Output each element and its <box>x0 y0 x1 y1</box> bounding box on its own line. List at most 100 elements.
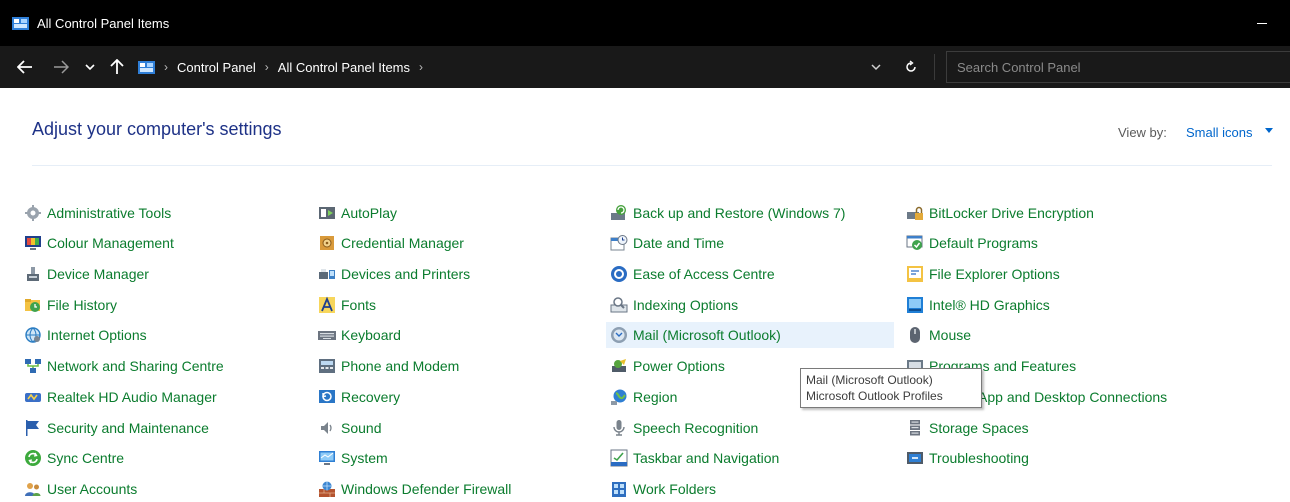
up-button[interactable] <box>106 54 128 80</box>
item-label: Administrative Tools <box>47 205 172 221</box>
forward-arrow-icon <box>54 60 69 74</box>
indexing-options-icon <box>610 297 628 313</box>
taskbar-icon <box>610 449 628 467</box>
item-label: Mouse <box>929 327 972 343</box>
control-panel-icon[interactable] <box>138 60 155 74</box>
item-label: Indexing Options <box>633 297 739 313</box>
item-storage-spaces[interactable]: Storage Spaces <box>906 415 1029 441</box>
view-by-caret-icon[interactable] <box>1265 128 1273 133</box>
item-power-options[interactable]: Power Options <box>610 353 725 379</box>
view-by-label: View by: <box>1118 125 1167 140</box>
item-label: Back up and Restore (Windows 7) <box>633 205 846 221</box>
item-label: Default Programs <box>929 235 1038 251</box>
credential-manager-icon <box>320 236 334 250</box>
fonts-icon <box>319 296 335 313</box>
item-keyboard[interactable]: Keyboard <box>318 322 401 348</box>
item-label: Taskbar and Navigation <box>633 450 780 466</box>
address-history-button[interactable] <box>866 54 886 80</box>
item-device-manager[interactable]: Device Manager <box>24 261 149 287</box>
keyboard-icon <box>318 331 336 340</box>
user-accounts-icon <box>25 483 41 496</box>
breadcrumb-control-panel[interactable]: Control Panel <box>177 60 256 75</box>
item-work-folders[interactable]: Work Folders <box>610 476 716 502</box>
item-indexing-options[interactable]: Indexing Options <box>610 292 738 318</box>
item-sound[interactable]: Sound <box>318 415 381 441</box>
item-label: Mail (Microsoft Outlook) <box>633 327 781 343</box>
item-taskbar-and-navigation[interactable]: Taskbar and Navigation <box>610 445 779 471</box>
item-phone-and-modem[interactable]: Phone and Modem <box>318 353 459 379</box>
item-label: Realtek HD Audio Manager <box>47 389 217 405</box>
item-windows-defender-firewall[interactable]: Windows Defender Firewall <box>318 476 511 502</box>
realtek-audio-icon <box>25 393 41 402</box>
breadcrumb-separator-icon[interactable]: › <box>164 60 168 74</box>
item-intel-hd-graphics[interactable]: Intel® HD Graphics <box>906 292 1050 318</box>
item-ease-of-access-centre[interactable]: Ease of Access Centre <box>610 261 775 287</box>
item-devices-and-printers[interactable]: Devices and Printers <box>318 261 470 287</box>
item-realtek-hd-audio-manager[interactable]: Realtek HD Audio Manager <box>24 384 217 410</box>
refresh-button[interactable] <box>898 54 924 80</box>
breadcrumb-separator-icon[interactable]: › <box>419 60 423 74</box>
breadcrumb: › Control Panel › All Control Panel Item… <box>138 46 432 88</box>
phone-modem-icon <box>319 359 335 373</box>
item-autoplay[interactable]: AutoPlay <box>318 200 397 226</box>
breadcrumb-all-items[interactable]: All Control Panel Items <box>278 60 410 75</box>
item-network-and-sharing-centre[interactable]: Network and Sharing Centre <box>24 353 224 379</box>
item-label: BitLocker Drive Encryption <box>929 205 1094 221</box>
bitlocker-icon <box>907 206 923 220</box>
address-divider <box>934 54 935 80</box>
storage-spaces-icon <box>910 420 920 436</box>
window-title: All Control Panel Items <box>37 16 170 31</box>
item-label: Devices and Printers <box>341 266 471 282</box>
breadcrumb-separator-icon[interactable]: › <box>265 60 269 74</box>
item-file-explorer-options[interactable]: File Explorer Options <box>906 261 1060 287</box>
item-label: Region <box>633 389 678 405</box>
item-system[interactable]: System <box>318 445 388 471</box>
item-mouse[interactable]: Mouse <box>906 322 971 348</box>
item-file-history[interactable]: File History <box>24 292 117 318</box>
microphone-icon <box>613 420 625 436</box>
item-mail-microsoft-outlook[interactable]: Mail (Microsoft Outlook) <box>606 322 894 348</box>
header-divider <box>32 165 1272 166</box>
item-label: User Accounts <box>47 481 138 497</box>
item-administrative-tools[interactable]: Administrative Tools <box>24 200 171 226</box>
control-panel-icon <box>12 17 29 30</box>
item-credential-manager[interactable]: Credential Manager <box>318 230 464 256</box>
system-icon <box>319 451 335 465</box>
item-user-accounts[interactable]: User Accounts <box>24 476 137 502</box>
item-date-and-time[interactable]: Date and Time <box>610 230 724 256</box>
flag-icon <box>26 420 39 436</box>
item-label: Intel® HD Graphics <box>929 297 1050 313</box>
item-bitlocker-drive-encryption[interactable]: BitLocker Drive Encryption <box>906 200 1094 226</box>
item-fonts[interactable]: Fonts <box>318 292 376 318</box>
item-recovery[interactable]: Recovery <box>318 384 400 410</box>
back-button[interactable] <box>14 54 36 80</box>
title-bar: All Control Panel Items <box>0 0 1290 46</box>
backup-restore-icon <box>611 205 626 220</box>
item-label: Internet Options <box>47 327 147 343</box>
view-by-dropdown[interactable]: Small icons <box>1186 125 1252 140</box>
refresh-icon <box>906 60 916 72</box>
page-title: Adjust your computer's settings <box>32 119 282 139</box>
item-label: Storage Spaces <box>929 420 1029 436</box>
item-sync-centre[interactable]: Sync Centre <box>24 445 124 471</box>
item-label: Work Folders <box>633 481 716 497</box>
item-speech-recognition[interactable]: Speech Recognition <box>610 415 758 441</box>
item-internet-options[interactable]: Internet Options <box>24 322 147 348</box>
item-troubleshooting[interactable]: Troubleshooting <box>906 445 1029 471</box>
default-programs-icon <box>906 235 923 250</box>
item-default-programs[interactable]: Default Programs <box>906 230 1038 256</box>
back-arrow-icon <box>17 60 32 74</box>
item-label: Ease of Access Centre <box>633 266 775 282</box>
item-colour-management[interactable]: Colour Management <box>24 230 174 256</box>
minimize-button[interactable] <box>1240 8 1286 38</box>
chevron-down-icon <box>85 64 95 71</box>
item-label: Windows Defender Firewall <box>341 481 512 497</box>
item-region[interactable]: Region <box>610 384 677 410</box>
power-options-icon <box>612 359 626 372</box>
recent-locations-button[interactable] <box>82 54 98 80</box>
item-backup-and-restore[interactable]: Back up and Restore (Windows 7) <box>610 200 845 226</box>
forward-button[interactable] <box>50 54 72 80</box>
search-input[interactable] <box>946 51 1290 83</box>
item-security-and-maintenance[interactable]: Security and Maintenance <box>24 415 209 441</box>
internet-options-icon <box>25 327 41 343</box>
